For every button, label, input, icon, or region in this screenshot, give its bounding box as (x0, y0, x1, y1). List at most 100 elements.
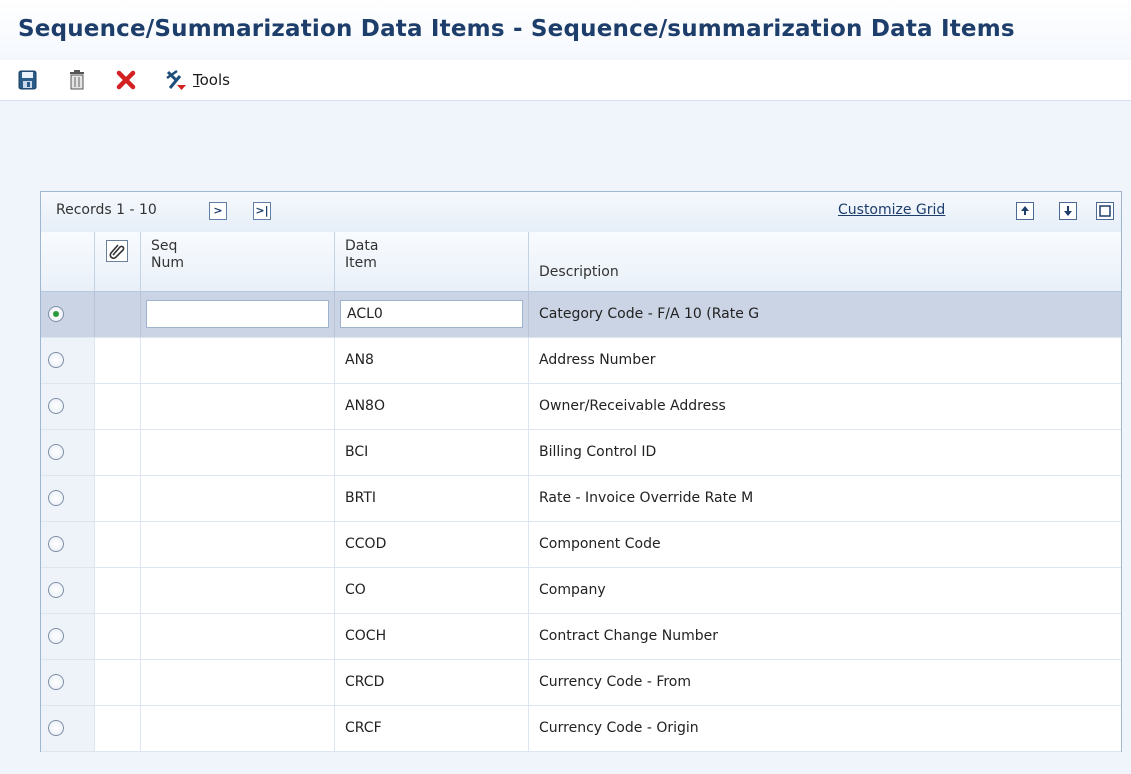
row-select-cell (41, 568, 95, 613)
data-item-cell[interactable]: CRCD (335, 660, 529, 705)
data-item-cell[interactable]: AN8 (335, 338, 529, 383)
seq-num-cell[interactable] (141, 430, 335, 475)
tools-icon (164, 68, 188, 92)
tools-label: Tools (193, 71, 230, 89)
seq-num-cell[interactable] (141, 384, 335, 429)
select-column-header (41, 232, 95, 292)
data-item-cell[interactable]: CO (335, 568, 529, 613)
delete-button[interactable] (68, 66, 86, 94)
description-cell: Currency Code - Origin (539, 720, 699, 736)
row-radio-button[interactable] (48, 444, 64, 460)
table-row[interactable]: CRCF Currency Code - Origin (41, 706, 1121, 752)
seq-num-cell[interactable] (141, 660, 335, 705)
data-item-cell[interactable]: CCOD (335, 522, 529, 567)
customize-grid-link[interactable]: Customize Grid (838, 202, 945, 218)
close-icon (115, 69, 137, 91)
data-item-cell[interactable]: COCH (335, 614, 529, 659)
row-radio-button[interactable] (48, 628, 64, 644)
row-attachment-cell (95, 660, 141, 705)
attachment-column-header (95, 232, 141, 292)
description-cell: Currency Code - From (539, 674, 692, 690)
data-item-header-line2: Item (345, 255, 377, 271)
export-icon[interactable] (1016, 202, 1034, 220)
seq-num-cell[interactable] (141, 706, 335, 751)
row-attachment-cell (95, 476, 141, 521)
row-radio-button[interactable] (48, 306, 64, 322)
row-radio-button[interactable] (48, 720, 64, 736)
row-select-cell (41, 338, 95, 383)
row-attachment-cell (95, 338, 141, 383)
row-select-cell (41, 706, 95, 751)
cancel-button[interactable] (115, 66, 137, 94)
row-select-cell (41, 476, 95, 521)
save-icon (18, 69, 38, 91)
seq-num-header-line2: Num (151, 255, 184, 271)
tools-button[interactable]: Tools (164, 66, 230, 94)
data-item-input[interactable]: ACL0 (340, 300, 523, 328)
page-title: Sequence/Summarization Data Items - Sequ… (18, 16, 1015, 42)
description-cell: Category Code - F/A 10 (Rate G (539, 306, 760, 322)
data-item-cell[interactable]: CRCF (335, 706, 529, 751)
table-row[interactable]: CRCD Currency Code - From (41, 660, 1121, 706)
radio-selected-dot (53, 311, 59, 317)
seq-num-cell[interactable] (141, 614, 335, 659)
maximize-icon[interactable] (1096, 202, 1114, 220)
row-select-cell (41, 292, 95, 337)
seq-num-cell[interactable] (141, 522, 335, 567)
description-cell: Rate - Invoice Override Rate M (539, 490, 754, 506)
data-item-cell[interactable]: BRTI (335, 476, 529, 521)
seq-num-header-line1: Seq (151, 238, 178, 254)
seq-num-cell[interactable] (141, 338, 335, 383)
description-cell: Billing Control ID (539, 444, 657, 460)
description-cell: Owner/Receivable Address (539, 398, 726, 414)
row-select-cell (41, 384, 95, 429)
seq-num-cell (141, 292, 335, 337)
description-cell: Component Code (539, 536, 661, 552)
data-item-column-header[interactable]: Data Item (335, 232, 529, 292)
data-item-cell: ACL0 (335, 292, 529, 337)
row-radio-button[interactable] (48, 536, 64, 552)
description-column-header[interactable]: Description (529, 232, 1121, 292)
description-cell: Company (539, 582, 606, 598)
data-item-cell[interactable]: BCI (335, 430, 529, 475)
row-attachment-cell (95, 430, 141, 475)
row-radio-button[interactable] (48, 398, 64, 414)
row-attachment-cell (95, 292, 141, 337)
row-attachment-cell (95, 568, 141, 613)
description-header: Description (539, 264, 619, 280)
next-page-icon[interactable]: > (209, 202, 227, 220)
grid-header: Records 1 - 10 > >| Customize Grid (41, 192, 1121, 233)
row-radio-button[interactable] (48, 582, 64, 598)
row-attachment-cell (95, 614, 141, 659)
row-select-cell (41, 660, 95, 705)
seq-num-input[interactable] (146, 300, 329, 328)
trash-icon (68, 69, 86, 91)
table-row[interactable]: AN8O Owner/Receivable Address (41, 384, 1121, 430)
table-row[interactable]: COCH Contract Change Number (41, 614, 1121, 660)
row-attachment-cell (95, 522, 141, 567)
table-row[interactable]: CCOD Component Code (41, 522, 1121, 568)
table-row[interactable]: ACL0 Category Code - F/A 10 (Rate G (41, 292, 1121, 338)
last-page-icon[interactable]: >| (253, 202, 271, 220)
description-cell: Contract Change Number (539, 628, 718, 644)
data-item-cell[interactable]: AN8O (335, 384, 529, 429)
import-icon[interactable] (1059, 202, 1077, 220)
records-label: Records 1 - 10 (56, 202, 157, 218)
row-select-cell (41, 522, 95, 567)
row-radio-button[interactable] (48, 352, 64, 368)
data-item-header-line1: Data (345, 238, 379, 254)
seq-num-cell[interactable] (141, 476, 335, 521)
row-attachment-cell (95, 706, 141, 751)
table-row[interactable]: BCI Billing Control ID (41, 430, 1121, 476)
description-cell: Address Number (539, 352, 656, 368)
save-button[interactable] (18, 66, 38, 94)
row-radio-button[interactable] (48, 490, 64, 506)
table-row[interactable]: BRTI Rate - Invoice Override Rate M (41, 476, 1121, 522)
seq-num-cell[interactable] (141, 568, 335, 613)
row-radio-button[interactable] (48, 674, 64, 690)
seq-num-column-header[interactable]: Seq Num (141, 232, 335, 292)
title-bar: Sequence/Summarization Data Items - Sequ… (0, 0, 1131, 60)
table-row[interactable]: AN8 Address Number (41, 338, 1121, 384)
table-row[interactable]: CO Company (41, 568, 1121, 614)
data-grid: Records 1 - 10 > >| Customize Grid Seq N… (40, 191, 1122, 752)
